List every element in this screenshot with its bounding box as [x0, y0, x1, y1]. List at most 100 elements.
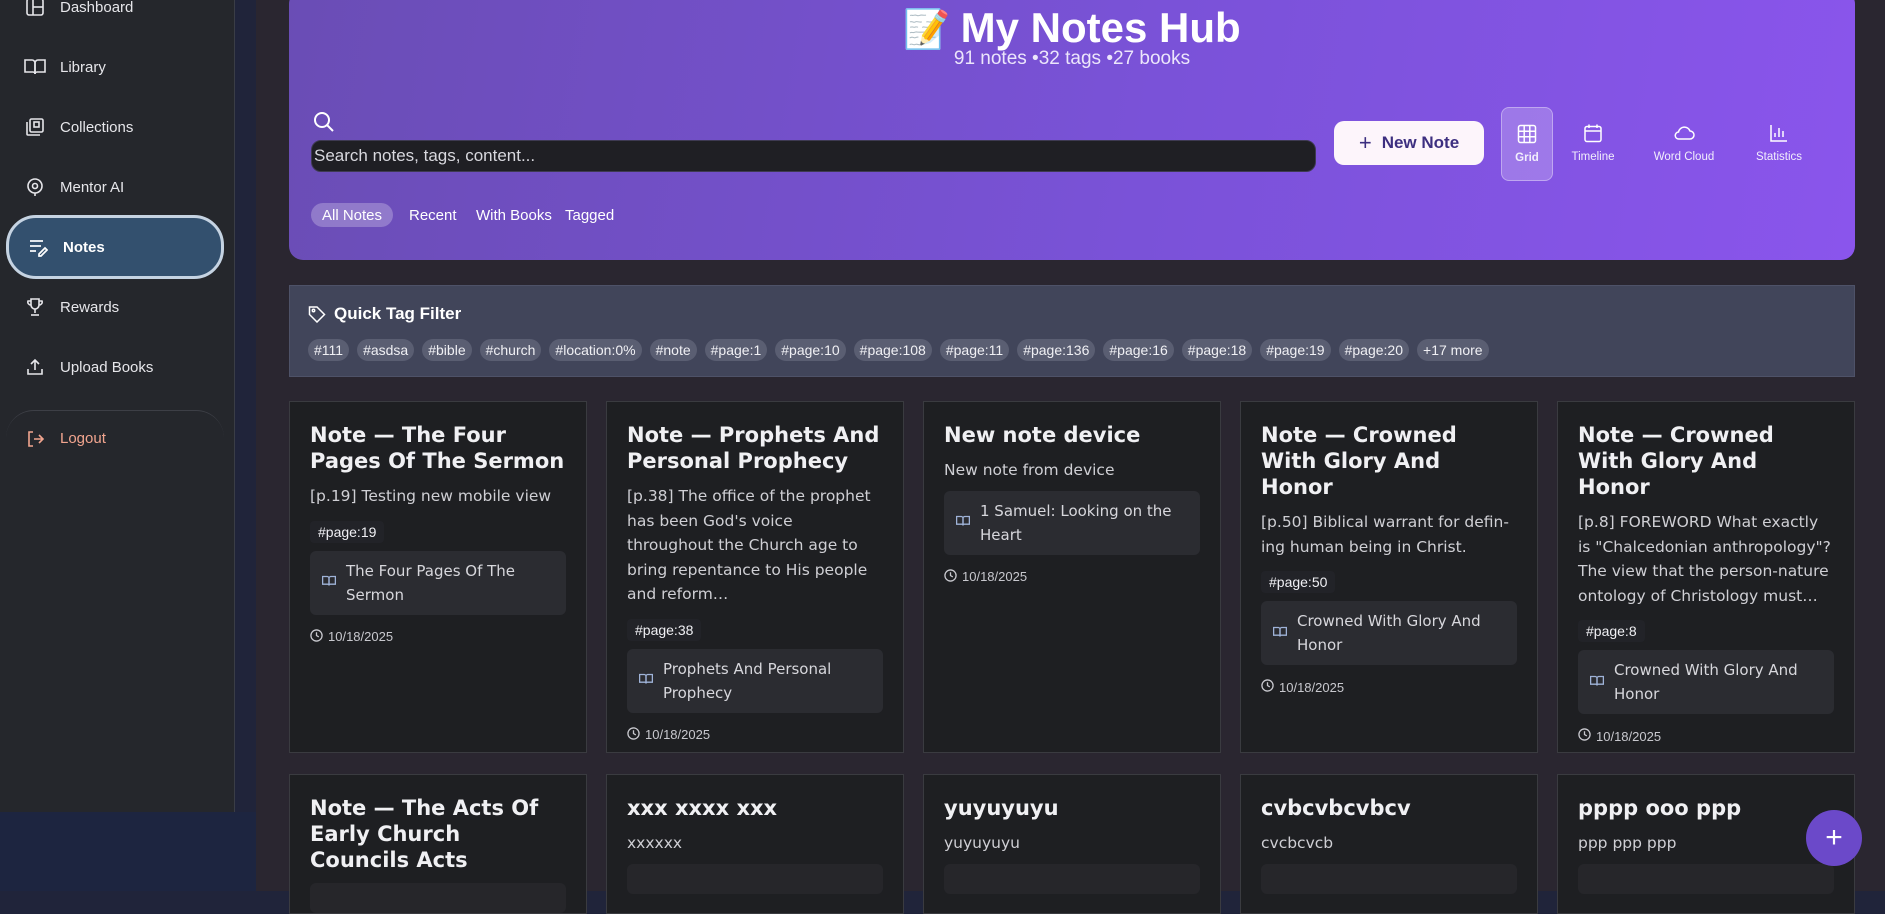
note-date: 10/18/2025 — [1261, 679, 1517, 695]
tag-chip[interactable]: #page:10 — [775, 339, 846, 361]
note-tag[interactable]: #page:19 — [310, 520, 385, 543]
note-date-text: 10/18/2025 — [1596, 728, 1662, 744]
note-excerpt: yuyuyuyu — [944, 834, 1020, 852]
note-tag[interactable]: #page:8 — [1578, 620, 1645, 642]
tag-chip[interactable]: #page:1 — [704, 339, 768, 361]
note-tag[interactable]: #page:38 — [627, 618, 702, 641]
tag-chip[interactable]: #page:11 — [939, 339, 1010, 361]
clock-icon — [627, 726, 645, 743]
logout-button[interactable]: Logout — [6, 410, 224, 466]
filter-all-notes[interactable]: All Notes — [311, 203, 394, 227]
note-date: 10/18/2025 — [1578, 728, 1834, 744]
note-card[interactable]: Note — Crowned With Glory And Honor [p.50… — [1240, 401, 1538, 753]
note-tag[interactable]: #page:50 — [1261, 571, 1336, 593]
quick-tag-filter-label: Quick Tag Filter — [334, 304, 462, 323]
trophy-icon — [24, 296, 46, 318]
view-label: Grid — [1515, 152, 1539, 164]
note-title: Note — The Acts Of Early Church Councils… — [310, 796, 539, 872]
book-open-icon — [24, 56, 46, 78]
quick-tag-filter: Quick Tag Filter #111 #asdsa #bible #church… — [289, 285, 1855, 377]
note-card[interactable]: Note — Crowned With Glory And Honor [p.8]… — [1557, 401, 1855, 753]
tag-chip[interactable]: #church — [479, 339, 542, 361]
linked-book[interactable]: Crowned With Glory And Honor — [1578, 650, 1834, 714]
tag-chip[interactable]: #111 — [308, 339, 350, 361]
note-excerpt: New note from device — [944, 461, 1115, 479]
cloud-icon — [1674, 126, 1695, 140]
linked-book[interactable] — [1578, 863, 1834, 894]
linked-book[interactable]: Prophets And Personal Prophecy — [627, 648, 883, 713]
linked-book[interactable]: The Four Pages Of The Sermon — [310, 550, 566, 615]
book-icon — [1273, 624, 1287, 643]
sidebar-item-mentor-ai[interactable]: Mentor AI — [6, 159, 224, 215]
logout-label: Logout — [60, 430, 106, 447]
view-label: Word Cloud — [1653, 151, 1715, 163]
tag-chip[interactable]: #page:20 — [1338, 339, 1410, 361]
linked-book[interactable] — [944, 863, 1200, 894]
note-excerpt: [p.38] The office of the prophet has bee… — [627, 487, 871, 603]
note-date: 10/18/2025 — [627, 726, 883, 743]
sidebar-item-label: Rewards — [60, 298, 120, 316]
tag-chip[interactable]: #note — [649, 339, 697, 361]
view-statistics-button[interactable]: Statistics — [1739, 107, 1819, 179]
note-excerpt: [p.50] Biblical warrant for defin­ing hu… — [1261, 513, 1509, 556]
filter-recent[interactable]: Recent — [398, 203, 468, 227]
sidebar-item-collections[interactable]: Collections — [6, 99, 224, 155]
note-card[interactable]: Note — The Acts Of Early Church Councils… — [289, 774, 587, 914]
tag-chip[interactable]: #page:136 — [1017, 339, 1096, 361]
tag-chip[interactable]: #page:16 — [1103, 339, 1174, 361]
tag-chip[interactable]: #page:18 — [1181, 339, 1253, 361]
filter-with-books[interactable]: With Books — [465, 203, 563, 227]
search-input[interactable] — [311, 140, 1316, 172]
linked-book-title: The Four Pages Of The Sermon — [346, 561, 516, 604]
tag-chip[interactable]: +17 more — [1417, 339, 1489, 361]
tag-chip[interactable]: #asdsa — [357, 339, 415, 361]
tag-chip[interactable]: #bible — [422, 339, 472, 361]
note-card[interactable]: xxx xxxx xxx xxxxxx — [606, 774, 904, 914]
clock-icon — [1578, 728, 1596, 744]
sidebar-item-notes[interactable]: Notes — [6, 215, 224, 279]
new-note-button[interactable]: + New Note — [1334, 121, 1484, 165]
sidebar-item-label: Library — [60, 58, 106, 76]
quick-tag-filter-title: Quick Tag Filter — [308, 304, 461, 324]
view-timeline-button[interactable]: Timeline — [1558, 107, 1628, 179]
bar-chart-icon — [1770, 125, 1787, 142]
linked-book[interactable]: Crowned With Glory And Honor — [1261, 601, 1517, 665]
view-word-cloud-button[interactable]: Word Cloud — [1639, 107, 1729, 179]
linked-book[interactable] — [1261, 863, 1517, 894]
sidebar-item-label: Dashboard — [60, 0, 134, 16]
tag-chip[interactable]: #page:108 — [853, 339, 932, 361]
book-icon — [1590, 673, 1604, 692]
filter-tagged[interactable]: Tagged — [554, 203, 625, 227]
note-title: Note — Prophets And Personal Prophecy — [627, 423, 880, 473]
sidebar-item-dashboard[interactable]: Dashboard — [6, 0, 224, 35]
note-title: New note device — [944, 423, 1141, 447]
note-date-text: 10/18/2025 — [645, 727, 711, 742]
note-card[interactable]: yuyuyuyu yuyuyuyu — [923, 774, 1221, 914]
note-excerpt: [p.19] Testing new mobile view — [310, 487, 552, 505]
page-title: 📝 My Notes Hub — [289, 4, 1855, 52]
sidebar-item-rewards[interactable]: Rewards — [6, 279, 224, 335]
memo-icon: 📝 — [903, 9, 951, 51]
tag-chip[interactable]: #location:0% — [549, 339, 642, 361]
linked-book[interactable]: 1 Samuel: Looking on the Heart — [944, 490, 1200, 555]
linked-book[interactable] — [310, 883, 566, 913]
linked-book[interactable] — [627, 863, 883, 894]
sidebar-item-label: Collections — [60, 118, 134, 136]
sidebar-item-upload-books[interactable]: Upload Books — [6, 339, 224, 395]
note-card[interactable]: cvbcvbcvbcv cvcbcvcb — [1240, 774, 1538, 914]
mentor-icon — [24, 176, 46, 198]
note-card[interactable]: Note — The Four Pages Of The Sermon [p.19… — [289, 401, 587, 753]
tag-chip[interactable]: #page:19 — [1260, 339, 1331, 361]
linked-book-title: Crowned With Glory And Honor — [1614, 661, 1798, 703]
linked-book-title: Prophets And Personal Prophecy — [663, 659, 832, 702]
note-card[interactable]: New note device New note from device 1 Sam… — [923, 401, 1221, 753]
note-card[interactable]: Note — Prophets And Personal Prophecy [p.… — [606, 401, 904, 753]
note-title: yuyuyuyu — [944, 796, 1059, 820]
view-grid-button[interactable]: Grid — [1501, 107, 1553, 181]
book-icon — [956, 513, 970, 532]
tag-icon — [308, 306, 326, 323]
sidebar-item-library[interactable]: Library — [6, 39, 224, 95]
plus-icon: + — [1358, 130, 1372, 155]
clock-icon — [1261, 679, 1279, 695]
add-note-fab[interactable]: + — [1806, 810, 1862, 866]
